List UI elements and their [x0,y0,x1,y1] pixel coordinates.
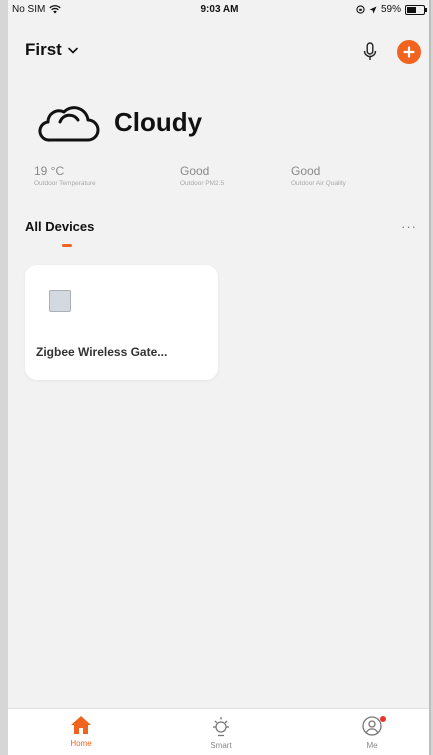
tab-all-devices[interactable]: All Devices [25,219,94,234]
battery-level [407,6,417,13]
home-icon [71,716,91,734]
battery-percent: 59% [380,4,401,15]
stat-temperature: 19 °C Outdoor Temperature [34,164,96,187]
app-screen: No SIM 9:03 AM 59% First Cloudy 19 °C Ou… [8,0,431,755]
device-card[interactable]: Zigbee Wireless Gate... [25,265,218,380]
home-name: First [25,40,62,59]
voice-button[interactable] [359,40,381,64]
home-selector[interactable]: First [25,40,78,60]
tab-me[interactable]: Me [342,715,402,750]
status-right: 59% [356,4,427,15]
stat-pm25: Good Outdoor PM2.5 [180,164,224,187]
cloudy-icon [38,106,100,142]
microphone-icon [363,42,377,60]
more-options-button[interactable]: ··· [401,219,417,234]
weather-summary: Cloudy [38,100,202,144]
chevron-down-icon [68,47,78,54]
gateway-device-icon [49,290,71,312]
tab-me-label: Me [366,741,378,750]
tab-active-indicator [62,244,72,247]
stat-caption: Outdoor Air Quality [291,180,346,187]
bottom-tab-bar: Home Smart Me [8,708,431,755]
tab-home[interactable]: Home [51,715,111,748]
battery-icon [405,4,427,15]
stat-value: Good [180,164,210,178]
header: First [8,34,431,70]
weather-stats: 19 °C Outdoor Temperature Good Outdoor P… [34,164,414,194]
notification-badge [380,716,386,722]
stat-air-quality: Good Outdoor Air Quality [291,164,346,187]
location-arrow-icon [369,6,377,13]
stat-value: 19 °C [34,164,65,178]
tab-home-label: Home [70,739,92,748]
frame-edge [429,0,431,755]
lock-rotation-icon [356,5,365,14]
stat-caption: Outdoor Temperature [34,180,96,187]
add-device-button[interactable] [397,40,421,64]
stat-caption: Outdoor PM2.5 [180,180,225,187]
status-bar: No SIM 9:03 AM 59% [8,0,431,20]
tab-smart[interactable]: Smart [191,715,251,750]
plus-icon [403,46,415,58]
tab-smart-label: Smart [210,741,232,750]
stat-value: Good [291,164,321,178]
device-name: Zigbee Wireless Gate... [36,345,168,359]
sun-icon [213,717,229,737]
weather-condition: Cloudy [114,106,203,137]
